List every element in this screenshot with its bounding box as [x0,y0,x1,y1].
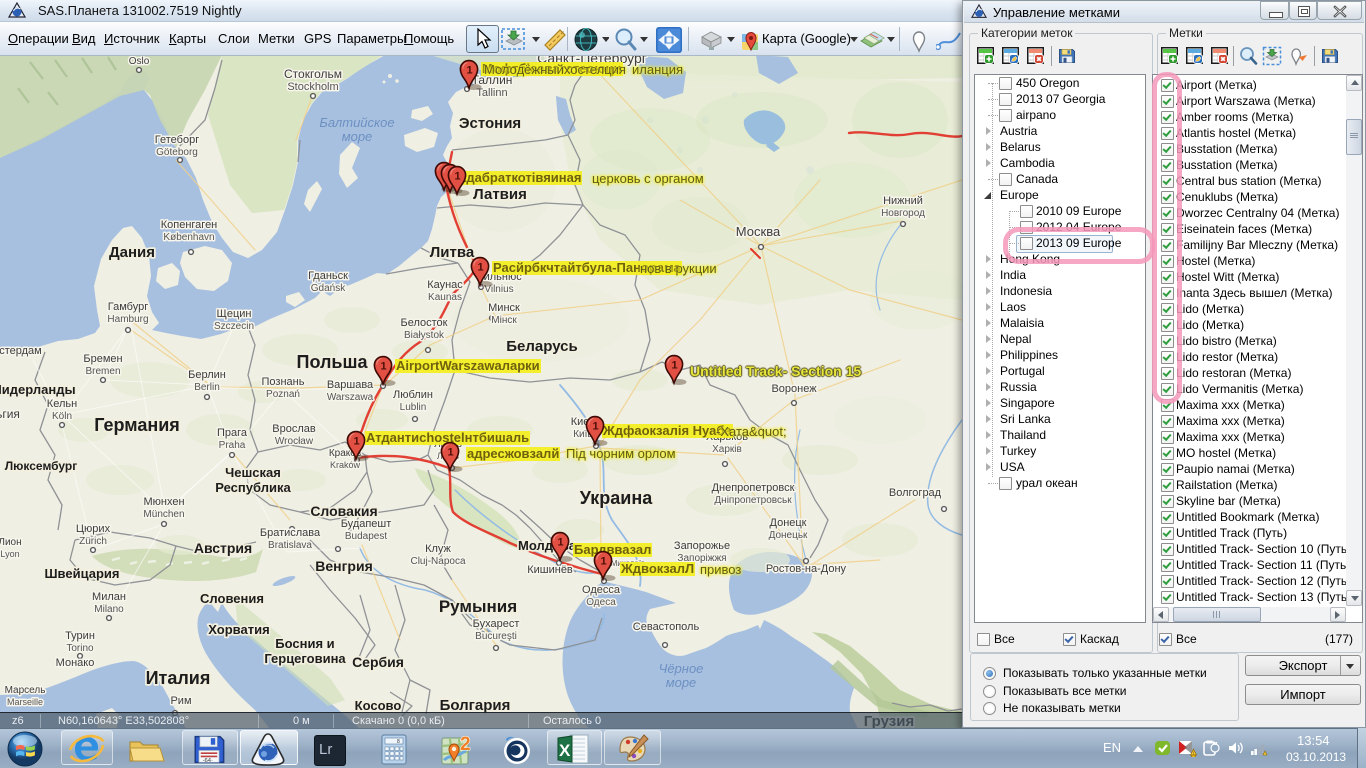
svg-text:X: X [559,741,571,760]
svg-text:!: ! [1193,751,1194,756]
svg-text:-64·: -64· [203,758,213,764]
svg-text:8: 8 [397,739,400,745]
svg-text:2: 2 [460,734,471,755]
